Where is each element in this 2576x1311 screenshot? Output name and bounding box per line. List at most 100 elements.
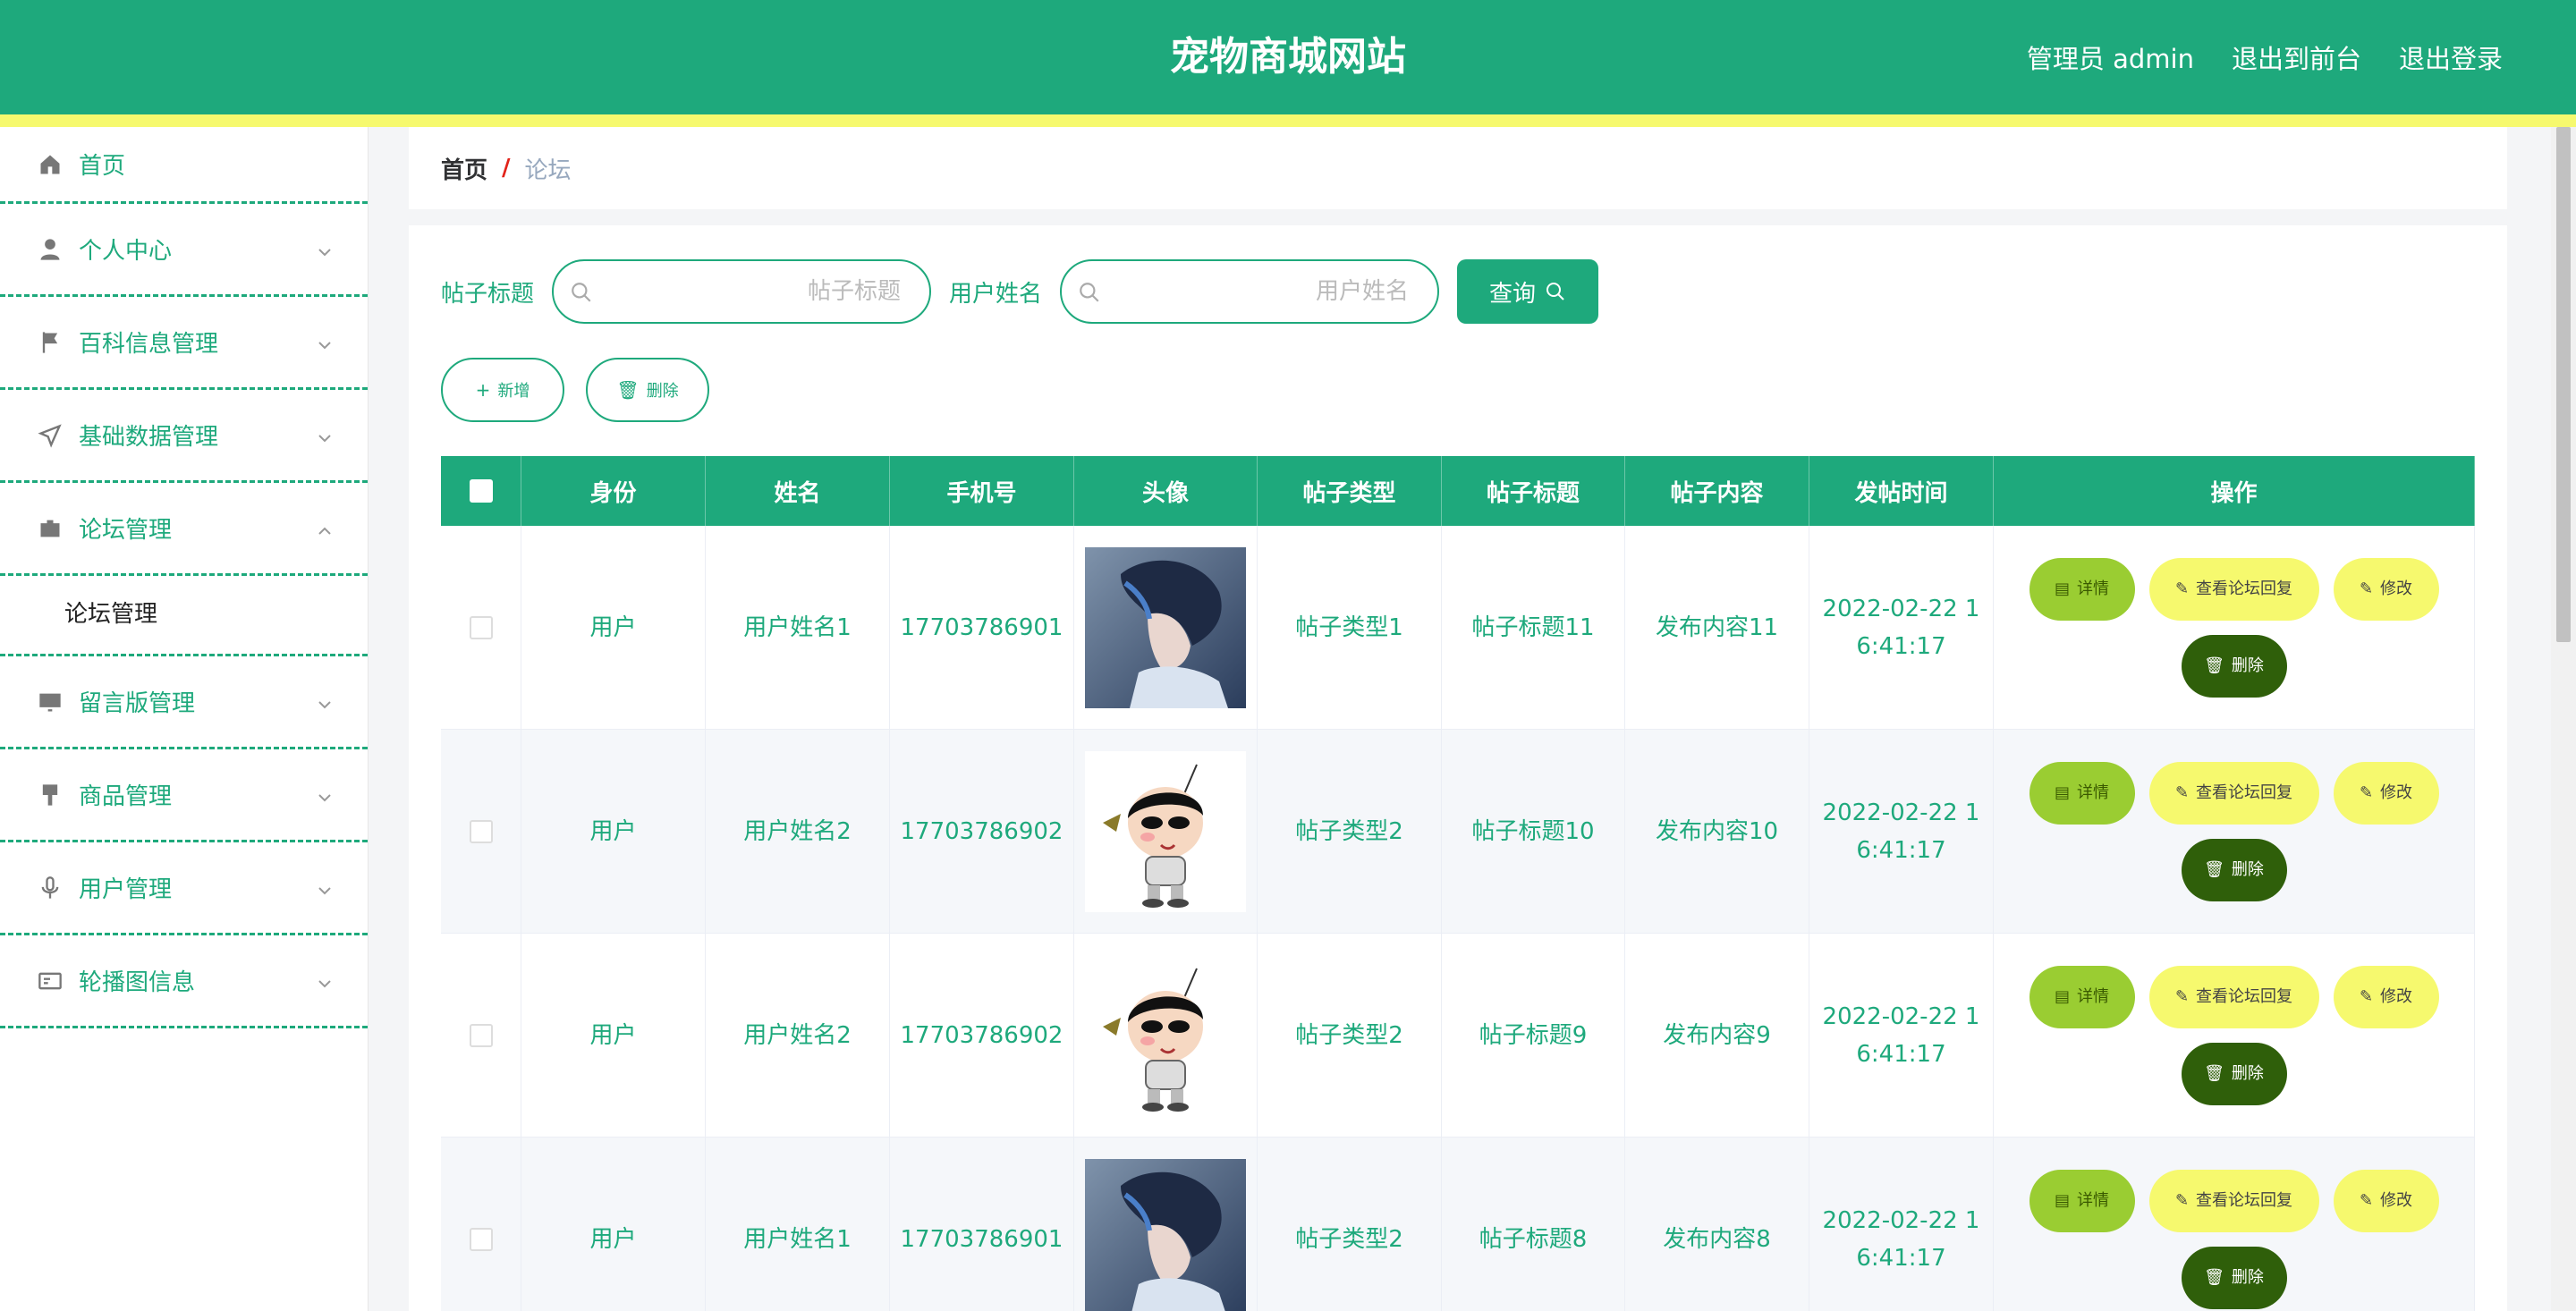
- sidebar-item-basic-data[interactable]: 基础数据管理: [0, 390, 368, 483]
- breadcrumb-home[interactable]: 首页: [441, 152, 487, 185]
- sidebar-item-messages[interactable]: 留言版管理: [0, 656, 368, 749]
- edit-icon: ✎: [2174, 1190, 2190, 1210]
- postcard-icon: [38, 968, 63, 994]
- row-checkbox[interactable]: [469, 1227, 493, 1251]
- sidebar-item-home[interactable]: 首页: [0, 127, 368, 204]
- detail-button[interactable]: ▤ 详情: [2029, 557, 2135, 621]
- edit-button[interactable]: ✎ 修改: [2333, 557, 2439, 621]
- header-avatar: 头像: [1074, 456, 1258, 526]
- back-to-front-link[interactable]: 退出到前台: [2232, 38, 2361, 76]
- query-button[interactable]: 查询: [1457, 259, 1599, 324]
- view-replies-button[interactable]: ✎ 查看论坛回复: [2148, 965, 2319, 1028]
- detail-button[interactable]: ▤ 详情: [2029, 1169, 2135, 1232]
- edit-button[interactable]: ✎ 修改: [2333, 1169, 2439, 1232]
- row-delete-label: 删除: [2231, 859, 2264, 879]
- action-bar: + 新增 🗑 删除: [441, 358, 709, 422]
- forum-submenu: 论坛管理: [0, 576, 368, 656]
- title-search-box: [552, 259, 932, 324]
- cell-actions: ▤ 详情 ✎ 查看论坛回复 ✎ 修改 🗑 删除: [1994, 1138, 2475, 1311]
- cell-content: 发布内容8: [1625, 1138, 1809, 1311]
- row-delete-button[interactable]: 🗑 删除: [2181, 634, 2287, 698]
- cell-title: 帖子标题9: [1442, 934, 1625, 1137]
- cell-phone: 17703786902: [890, 730, 1074, 933]
- edit-icon: ✎: [2174, 579, 2190, 598]
- edit-button[interactable]: ✎ 修改: [2333, 965, 2439, 1028]
- detail-button[interactable]: ▤ 详情: [2029, 761, 2135, 825]
- microphone-icon: [38, 875, 63, 901]
- view-replies-button[interactable]: ✎ 查看论坛回复: [2148, 557, 2319, 621]
- edit-button[interactable]: ✎ 修改: [2333, 761, 2439, 825]
- user-icon: [38, 237, 63, 262]
- cell-phone: 17703786901: [890, 1138, 1074, 1311]
- cell-name: 用户姓名2: [706, 934, 890, 1137]
- breadcrumb-current: 论坛: [524, 156, 572, 184]
- table-row: 用户 用户姓名2 17703786902 帖子类型2 帖子标题9 发布内容9 2022-02…: [441, 934, 2475, 1138]
- monitor-icon: [38, 689, 63, 715]
- cell-actions: ▤ 详情 ✎ 查看论坛回复 ✎ 修改 🗑 删除: [1994, 934, 2475, 1137]
- add-button-label: 新增: [497, 382, 530, 401]
- cell-role: 用户: [521, 526, 706, 729]
- sidebar-item-forum[interactable]: 论坛管理: [0, 483, 368, 576]
- row-delete-button[interactable]: 🗑 删除: [2181, 1042, 2287, 1105]
- cell-actions: ▤ 详情 ✎ 查看论坛回复 ✎ 修改 🗑 删除: [1994, 526, 2475, 729]
- detail-button[interactable]: ▤ 详情: [2029, 965, 2135, 1028]
- scrollbar-thumb[interactable]: [2556, 127, 2571, 642]
- row-delete-button[interactable]: 🗑 删除: [2181, 838, 2287, 901]
- detail-label: 详情: [2077, 1190, 2109, 1210]
- title-search-input[interactable]: [607, 261, 912, 322]
- chevron-down-icon: [316, 427, 334, 444]
- document-icon: ▤: [2054, 1190, 2070, 1210]
- header-phone: 手机号: [890, 456, 1074, 526]
- header-time: 发帖时间: [1809, 456, 1994, 526]
- chevron-up-icon: [316, 520, 334, 537]
- header-type: 帖子类型: [1258, 456, 1442, 526]
- header-stripe: [0, 114, 2576, 127]
- sidebar: 首页 个人中心 百科信息管理 基础数据管理 论坛管理 论坛管理 留言版管理 商品…: [0, 127, 369, 1311]
- sidebar-item-products[interactable]: 商品管理: [0, 749, 368, 842]
- cell-title: 帖子标题8: [1442, 1138, 1625, 1311]
- cell-actions: ▤ 详情 ✎ 查看论坛回复 ✎ 修改 🗑 删除: [1994, 730, 2475, 933]
- edit-label: 修改: [2380, 986, 2413, 1006]
- header-actions: 操作: [1994, 456, 2475, 526]
- name-search-input[interactable]: [1115, 261, 1420, 322]
- sidebar-subitem-forum-management[interactable]: 论坛管理: [64, 596, 157, 629]
- sidebar-item-personal[interactable]: 个人中心: [0, 204, 368, 297]
- page-scrollbar[interactable]: [2551, 127, 2576, 1311]
- row-select-cell: [441, 934, 521, 1137]
- document-icon: ▤: [2054, 579, 2070, 598]
- cell-role: 用户: [521, 1138, 706, 1311]
- sidebar-item-users[interactable]: 用户管理: [0, 842, 368, 935]
- cell-avatar: [1074, 730, 1258, 933]
- cartoon-kid-avatar[interactable]: [1085, 954, 1246, 1116]
- trash-icon: 🗑: [616, 379, 640, 401]
- select-all-checkbox[interactable]: [469, 479, 493, 503]
- cell-name: 用户姓名1: [706, 1138, 890, 1311]
- row-actions: ▤ 详情 ✎ 查看论坛回复 ✎ 修改 🗑 删除: [2011, 761, 2458, 901]
- row-checkbox[interactable]: [469, 615, 493, 639]
- logout-link[interactable]: 退出登录: [2399, 38, 2503, 76]
- edit-icon: ✎: [2359, 1190, 2374, 1210]
- anime-boy-avatar[interactable]: [1085, 1158, 1246, 1311]
- cell-phone: 17703786902: [890, 934, 1074, 1137]
- view-replies-button[interactable]: ✎ 查看论坛回复: [2148, 761, 2319, 825]
- title-search-label: 帖子标题: [441, 280, 535, 308]
- sidebar-item-encyclopedia[interactable]: 百科信息管理: [0, 297, 368, 390]
- row-delete-label: 删除: [2231, 1267, 2264, 1287]
- cell-content: 发布内容9: [1625, 934, 1809, 1137]
- row-delete-button[interactable]: 🗑 删除: [2181, 1246, 2287, 1309]
- sidebar-item-carousel[interactable]: 轮播图信息: [0, 935, 368, 1028]
- header-content: 帖子内容: [1625, 456, 1809, 526]
- top-links: 管理员 admin 退出到前台 退出登录: [2027, 0, 2503, 114]
- row-actions: ▤ 详情 ✎ 查看论坛回复 ✎ 修改 🗑 删除: [2011, 965, 2458, 1105]
- row-checkbox[interactable]: [469, 819, 493, 843]
- cell-time: 2022-02-22 1 6:41:17: [1809, 730, 1994, 933]
- cartoon-kid-avatar[interactable]: [1085, 750, 1246, 912]
- batch-delete-button[interactable]: 🗑 删除: [586, 358, 709, 422]
- view-replies-label: 查看论坛回复: [2196, 782, 2293, 802]
- anime-boy-avatar[interactable]: [1085, 546, 1246, 708]
- document-icon: ▤: [2054, 986, 2070, 1006]
- row-checkbox[interactable]: [469, 1023, 493, 1047]
- cell-role: 用户: [521, 730, 706, 933]
- add-button[interactable]: + 新增: [441, 358, 564, 422]
- view-replies-button[interactable]: ✎ 查看论坛回复: [2148, 1169, 2319, 1232]
